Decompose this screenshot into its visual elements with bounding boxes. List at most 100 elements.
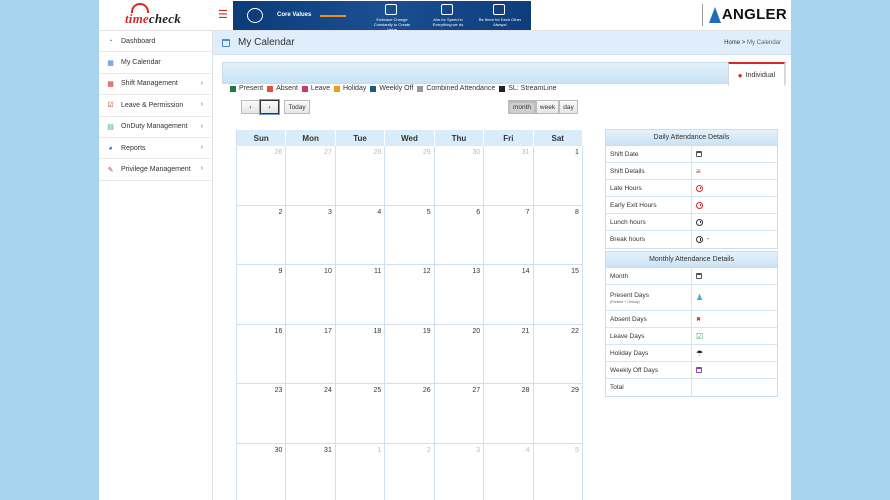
calendar-icon — [222, 39, 230, 47]
day-number: 29 — [422, 149, 431, 156]
calendar-day-cell[interactable]: 4 — [484, 443, 534, 500]
day-number: 21 — [521, 327, 530, 335]
banner-value-1: Embrace Change Constantly to Create Valu… — [373, 17, 411, 32]
calendar-day-cell[interactable]: 18 — [335, 324, 386, 384]
calendar-day-cell[interactable]: 14 — [484, 265, 534, 325]
attendance-detail-row: Holiday Days ☂ — [606, 345, 777, 362]
calendar-day-cell[interactable]: 26 — [237, 146, 287, 206]
page-header: My Calendar Home > My Calendar — [213, 31, 791, 55]
calendar-day-cell[interactable]: 23 — [237, 384, 287, 444]
detail-label: Shift Date — [606, 146, 692, 162]
day-number: 31 — [521, 149, 530, 156]
sidebar-item-label: Privilege Management — [121, 166, 191, 174]
calendar-day-cell[interactable]: 28 — [484, 384, 534, 444]
calendar-day-cell[interactable]: 3 — [435, 443, 485, 500]
person-icon: ♟ — [696, 293, 704, 302]
calendar-day-cell[interactable]: 2 — [385, 443, 435, 500]
day-number: 25 — [373, 387, 382, 394]
calendar-day-cell[interactable]: 10 — [286, 265, 336, 325]
list-icon: ≡ — [696, 166, 701, 176]
calendar-day-cell[interactable]: 17 — [286, 324, 336, 384]
calendar-day-cell[interactable]: 31 — [286, 443, 336, 500]
day-number: 28 — [521, 387, 530, 394]
sidebar-item-my-calendar[interactable]: ▦ My Calendar — [99, 52, 212, 74]
sidebar-item-shift-management[interactable]: ▦ Shift Management › — [99, 74, 212, 96]
clock-icon — [696, 236, 703, 243]
sidebar-item-leave-permission[interactable]: ☑ Leave & Permission › — [99, 95, 212, 117]
calendar-day-cell[interactable]: 25 — [335, 384, 386, 444]
calendar-day-cell[interactable]: 28 — [335, 146, 386, 206]
calendar-day-cell[interactable]: 29 — [533, 384, 583, 444]
calendar-day-cell[interactable]: 3 — [286, 205, 336, 265]
core-values-banner: Core Values Embrace Change Constantly to… — [233, 1, 531, 32]
month-view-button[interactable]: month — [508, 100, 536, 114]
calendar-day-cell[interactable]: 19 — [385, 324, 435, 384]
timecheck-logo[interactable]: timecheck — [123, 3, 193, 27]
calendar-day-cell[interactable]: 27 — [286, 146, 336, 206]
calendar-day-cell[interactable]: 26 — [385, 384, 435, 444]
detail-value: - — [692, 231, 777, 248]
prev-month-button[interactable]: ‹ — [241, 100, 260, 114]
sidebar-item-onduty-management[interactable]: ▤ OnDuty Management › — [99, 117, 212, 138]
calendar-day-cell[interactable]: 13 — [434, 265, 485, 325]
legend-swatch — [417, 85, 424, 92]
calendar-day-cell[interactable]: 31 — [484, 146, 534, 206]
calendar-day-cell[interactable]: 30 — [434, 146, 485, 206]
calendar-week-row: 9 10 11 12 13 14 15 — [237, 265, 583, 325]
calendar-day-cell[interactable]: 9 — [237, 265, 287, 325]
user-icon: ● — [737, 70, 743, 80]
detail-label: Shift Details — [606, 163, 692, 179]
calendar-day-cell[interactable]: 11 — [335, 265, 386, 325]
calendar-week-row: 16 17 18 19 20 21 22 — [237, 324, 583, 384]
day-number: 1 — [377, 446, 382, 454]
calendar-day-cell[interactable]: 22 — [533, 324, 583, 384]
day-view-button[interactable]: day — [559, 100, 578, 114]
calendar-day-cell[interactable]: 24 — [286, 384, 336, 444]
menu-toggle-icon[interactable]: ☰ — [218, 8, 228, 21]
calendar-day-cell[interactable]: 30 — [237, 443, 287, 500]
sidebar-item-label: Leave & Permission — [121, 101, 184, 109]
week-view-button[interactable]: week — [536, 100, 559, 114]
attendance-detail-row: Month — [606, 268, 777, 285]
today-button[interactable]: Today — [284, 100, 310, 114]
view-tab-bar: ● Individual — [222, 62, 786, 86]
sidebar-item-privilege-management[interactable]: ✎ Privilege Management › — [99, 159, 212, 181]
calendar-day-cell[interactable]: 1 — [533, 146, 583, 206]
tab-individual[interactable]: ● Individual — [728, 62, 785, 86]
calendar-day-cell[interactable]: 21 — [484, 324, 534, 384]
legend-swatch — [267, 85, 274, 92]
calendar-day-cell[interactable]: 27 — [434, 384, 485, 444]
calendar-day-cell[interactable]: 4 — [335, 205, 386, 265]
day-number: 28 — [373, 149, 382, 156]
calendar-day-cell[interactable]: 1 — [336, 443, 386, 500]
attendance-detail-row: Present Days (Present + Onduty) ♟ — [606, 285, 777, 311]
legend-item: Holiday — [334, 85, 366, 92]
detail-label-text: Weekly Off Days — [610, 366, 659, 374]
calendar-day-cell[interactable]: 8 — [533, 205, 583, 265]
day-number: 5 — [426, 208, 431, 216]
detail-label-text: Absent Days — [610, 315, 647, 323]
calendar-day-cell[interactable]: 7 — [484, 205, 534, 265]
calendar-day-cell[interactable]: 6 — [434, 205, 485, 265]
sidebar-item-reports[interactable]: ◕ Reports › — [99, 138, 212, 160]
calendar-day-cell[interactable]: 20 — [434, 324, 485, 384]
calendar-day-cell[interactable]: 5 — [534, 443, 583, 500]
sidebar-item-dashboard[interactable]: ◔ Dashboard — [99, 31, 212, 53]
breadcrumb-home[interactable]: Home — [724, 40, 740, 46]
monthly-attendance-panel: Monthly Attendance Details Month Present D… — [605, 251, 778, 397]
breadcrumb: Home > My Calendar — [724, 40, 781, 46]
calendar-day-cell[interactable]: 12 — [385, 265, 435, 325]
calendar-day-cell[interactable]: 2 — [237, 205, 287, 265]
calendar-day-cell[interactable]: 29 — [385, 146, 435, 206]
tab-individual-label: Individual — [745, 71, 776, 79]
calendar-day-cell[interactable]: 15 — [533, 265, 583, 325]
calendar-day-cell[interactable]: 16 — [237, 324, 287, 384]
day-number: 8 — [575, 208, 579, 216]
next-month-button[interactable]: › — [260, 100, 279, 114]
calendar-day-cell[interactable]: 5 — [385, 205, 435, 265]
detail-label: Total — [606, 379, 692, 396]
leave-icon: ☑ — [107, 102, 114, 110]
detail-label-text: Late Hours — [610, 184, 642, 192]
detail-value-text: - — [707, 236, 710, 243]
day-number: 22 — [571, 327, 579, 335]
